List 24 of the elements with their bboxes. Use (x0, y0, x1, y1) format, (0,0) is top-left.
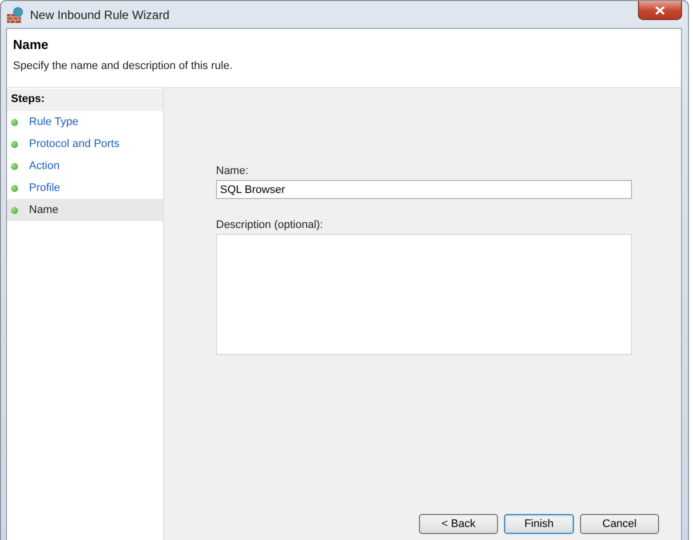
status-dot-icon (11, 206, 18, 214)
page-title: Name (13, 37, 50, 52)
step-item[interactable]: Name (7, 199, 163, 221)
close-button[interactable] (638, 1, 682, 20)
step-item[interactable]: Protocol and Ports (7, 133, 163, 155)
wizard-button[interactable]: Cancel (580, 514, 659, 534)
status-dot-icon (11, 184, 18, 192)
step-item[interactable]: Rule Type (7, 111, 163, 133)
description-field[interactable] (216, 234, 632, 355)
status-dot-icon (11, 118, 18, 126)
name-label: Name: (216, 165, 250, 179)
close-icon (655, 6, 665, 14)
steps-heading: Steps: (7, 89, 163, 111)
status-dot-icon (11, 140, 18, 148)
wizard-button[interactable]: < Back (419, 514, 498, 534)
page-subtitle: Specify the name and description of this rule. (13, 60, 234, 72)
status-dot-icon (11, 162, 18, 170)
step-item[interactable]: Action (7, 155, 163, 177)
window-title: New Inbound Rule Wizard (30, 8, 170, 22)
wizard-button[interactable]: Finish (504, 514, 574, 534)
step-item[interactable]: Profile (7, 177, 163, 199)
firewall-icon (6, 6, 24, 24)
name-field[interactable]: SQL Browser (216, 180, 632, 199)
description-label: Description (optional): (216, 219, 324, 233)
